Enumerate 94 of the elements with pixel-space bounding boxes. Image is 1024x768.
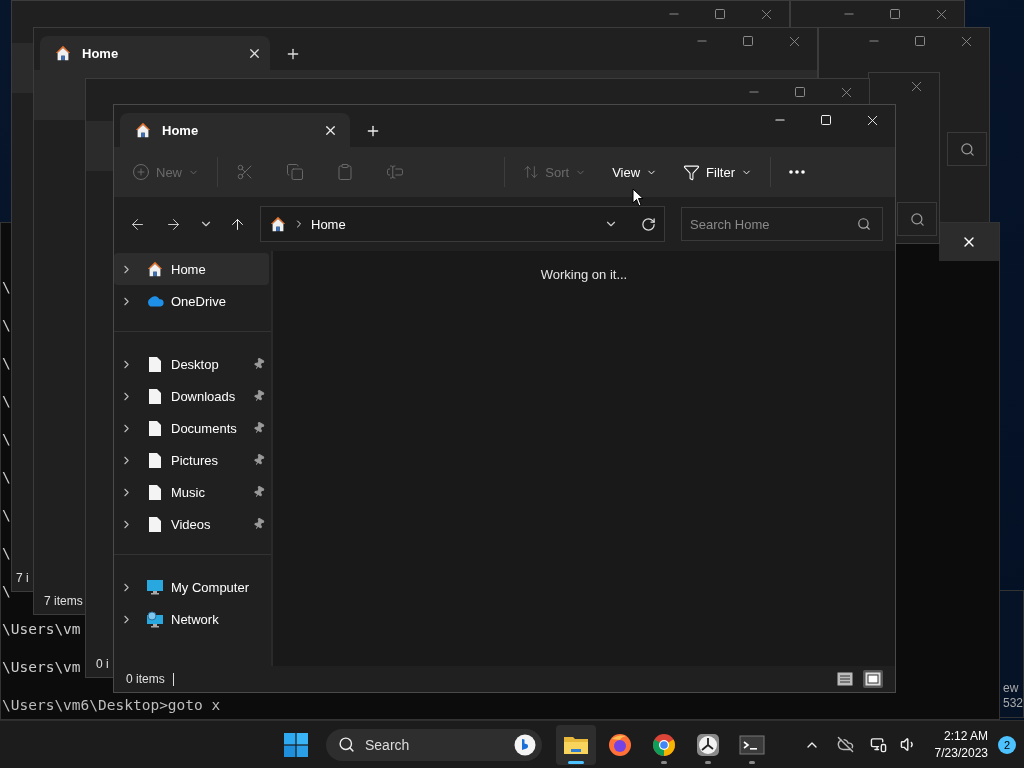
notification-badge[interactable]: 2 bbox=[998, 735, 1016, 754]
sidebar-item[interactable]: My Computer bbox=[114, 571, 269, 603]
terminal-line: \ bbox=[2, 278, 11, 297]
list-icon bbox=[837, 672, 853, 686]
running-indicator bbox=[705, 760, 711, 764]
refresh-icon bbox=[640, 216, 656, 232]
search-icon bbox=[857, 217, 871, 231]
sidebar-item[interactable]: Music bbox=[114, 476, 269, 508]
cursor-icon bbox=[632, 188, 644, 207]
sidebar-item[interactable]: OneDrive bbox=[114, 285, 269, 317]
taskbar-app[interactable] bbox=[556, 724, 596, 765]
computer-icon bbox=[146, 579, 164, 595]
view-button[interactable]: View bbox=[602, 155, 668, 189]
terminal-line: \ bbox=[2, 506, 11, 525]
terminal-icon bbox=[739, 734, 765, 755]
search-button[interactable] bbox=[897, 202, 937, 236]
windows-logo-icon bbox=[284, 732, 308, 757]
plus-circle-icon bbox=[132, 163, 150, 181]
sidebar-item[interactable]: Pictures bbox=[114, 444, 269, 476]
network-icon bbox=[870, 736, 888, 753]
sidebar-item[interactable]: Downloads bbox=[114, 380, 269, 412]
tab[interactable]: Home bbox=[40, 36, 270, 70]
maximize-icon bbox=[820, 114, 832, 126]
terminal-line: \Users\vm6\Desktop>goto x bbox=[2, 696, 221, 715]
bing-icon bbox=[514, 733, 536, 756]
terminal-line: \ bbox=[2, 582, 11, 601]
copy-icon bbox=[286, 163, 304, 181]
details-view-button[interactable] bbox=[835, 670, 855, 688]
network-icon bbox=[146, 610, 164, 628]
file-icon bbox=[148, 483, 162, 501]
sidebar-item[interactable]: Videos bbox=[114, 508, 269, 540]
plus-icon bbox=[365, 123, 381, 139]
sidebar-item[interactable]: Network bbox=[114, 603, 269, 635]
more-icon bbox=[789, 170, 805, 174]
clock[interactable]: 2:12 AM 7/23/2023 bbox=[934, 727, 988, 762]
home-icon bbox=[54, 44, 72, 62]
close-button[interactable] bbox=[939, 223, 999, 261]
tiles-view-button[interactable] bbox=[863, 670, 883, 688]
terminal-line: \ bbox=[2, 316, 11, 335]
status-text: 0 items bbox=[126, 672, 165, 686]
search-field[interactable]: Search Home bbox=[681, 207, 883, 241]
text-fragment: 532 bbox=[1003, 696, 1023, 711]
address-bar[interactable]: Home bbox=[260, 206, 665, 242]
maximize-icon bbox=[742, 35, 754, 47]
plus-icon bbox=[285, 46, 301, 62]
maximize-icon bbox=[914, 35, 926, 47]
file-icon bbox=[148, 515, 162, 533]
browser-icon bbox=[652, 732, 676, 757]
running-indicator bbox=[749, 760, 755, 764]
maximize-icon bbox=[889, 8, 901, 20]
maximize-icon bbox=[714, 8, 726, 20]
clock-icon bbox=[696, 732, 720, 757]
status-text: 7 i bbox=[16, 571, 29, 585]
rename-icon bbox=[386, 163, 404, 181]
file-icon bbox=[148, 355, 162, 373]
sidebar-item[interactable]: Home bbox=[114, 253, 269, 285]
sort-icon bbox=[523, 164, 540, 180]
terminal-line: \Users\vm bbox=[2, 658, 81, 677]
loading-message: Working on it... bbox=[540, 267, 628, 284]
status-text: 7 items bbox=[44, 594, 83, 608]
terminal-line: \ bbox=[2, 468, 11, 487]
browser-icon bbox=[608, 732, 632, 757]
clipboard-icon bbox=[336, 163, 354, 181]
tile-icon bbox=[865, 672, 881, 686]
terminal-line: \ bbox=[2, 392, 11, 411]
maximize-icon bbox=[794, 86, 806, 98]
terminal-line: \ bbox=[2, 430, 11, 449]
terminal-line: \ bbox=[2, 544, 11, 563]
terminal-line: \Users\vm bbox=[2, 620, 81, 639]
running-indicator bbox=[568, 760, 584, 764]
sidebar-item[interactable]: Desktop bbox=[114, 348, 269, 380]
scissors-icon bbox=[236, 163, 254, 181]
breadcrumb: Home bbox=[311, 216, 346, 232]
search-button[interactable] bbox=[947, 132, 987, 166]
cloud-off-icon bbox=[837, 736, 855, 753]
terminal-line: \ bbox=[2, 354, 11, 373]
home-icon bbox=[134, 121, 152, 139]
home-icon bbox=[146, 260, 164, 278]
search-icon bbox=[959, 141, 975, 157]
search-icon bbox=[338, 736, 355, 753]
file-icon bbox=[148, 419, 162, 437]
search-icon bbox=[909, 211, 925, 227]
status-text: 0 i bbox=[96, 657, 109, 671]
filter-button[interactable]: Filter bbox=[673, 155, 762, 189]
home-icon bbox=[269, 215, 287, 233]
file-icon bbox=[148, 451, 162, 469]
sidebar-item[interactable]: Documents bbox=[114, 412, 269, 444]
filter-icon bbox=[683, 163, 701, 181]
file-icon bbox=[148, 387, 162, 405]
text-fragment: ew bbox=[1003, 681, 1020, 696]
tab[interactable]: Home bbox=[120, 113, 350, 147]
running-indicator bbox=[661, 760, 667, 764]
taskbar-search[interactable]: Search bbox=[326, 728, 542, 761]
cloud-icon bbox=[146, 295, 164, 307]
